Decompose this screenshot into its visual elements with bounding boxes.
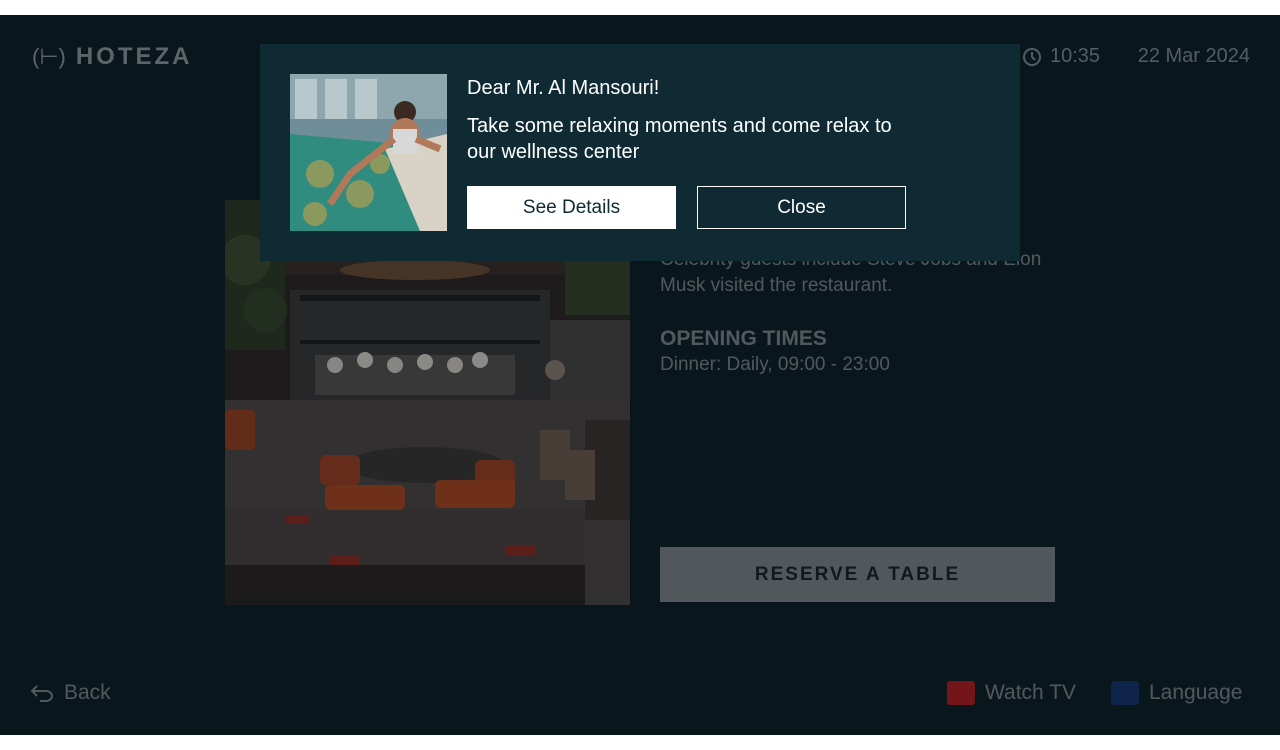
clock-time: 10:35 — [1050, 45, 1101, 67]
popup-message: Take some relaxing moments and come rela… — [467, 115, 892, 163]
reserve-table-button[interactable]: RESERVE A TABLE — [660, 547, 1055, 602]
back-label: Back — [64, 681, 111, 704]
current-date: 22 Mar 2024 — [1137, 45, 1250, 67]
hoteza-logo: (⊢) HOTEZA — [32, 43, 193, 71]
watch-tv-button[interactable]: Watch TV — [947, 681, 1076, 705]
back-arrow-icon — [30, 685, 53, 702]
notification-popup: Dear Mr. Al Mansouri! Take some relaxing… — [260, 44, 1020, 261]
popup-greeting: Dear Mr. Al Mansouri! — [467, 77, 660, 99]
wellness-image — [290, 74, 447, 231]
opening-times-text: Dinner: Daily, 09:00 - 23:00 — [660, 354, 890, 375]
language-button[interactable]: Language — [1111, 681, 1242, 705]
clock: 10:35 — [1022, 45, 1100, 68]
red-key-icon — [947, 681, 975, 705]
brand-name: HOTEZA — [75, 43, 193, 70]
close-button[interactable]: Close — [697, 186, 906, 229]
opening-times-title: OPENING TIMES — [660, 327, 827, 350]
back-button[interactable]: Back — [30, 681, 111, 705]
hoteza-mark-icon: (⊢) — [32, 44, 66, 69]
blue-key-icon — [1111, 681, 1139, 705]
tv-screen: (⊢) HOTEZA 10:35 22 Mar 2024 Elon Musk v… — [0, 15, 1280, 735]
see-details-button[interactable]: See Details — [467, 186, 676, 229]
language-label: Language — [1149, 681, 1243, 704]
watch-tv-label: Watch TV — [985, 681, 1077, 704]
clock-icon — [1023, 47, 1041, 66]
